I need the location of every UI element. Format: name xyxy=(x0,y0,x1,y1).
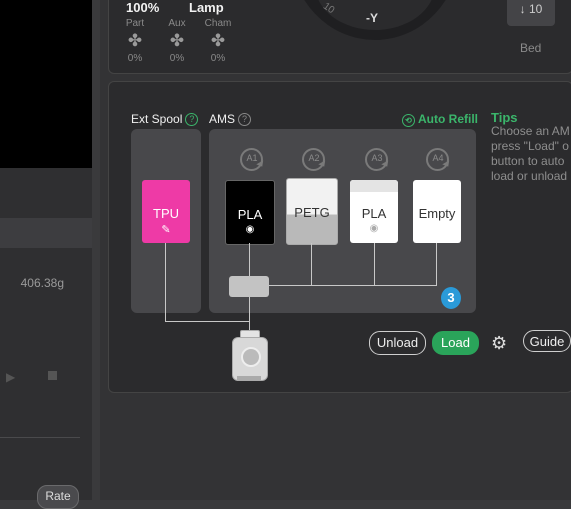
slot-a1-name: PLA xyxy=(237,207,263,222)
extruder-nozzle xyxy=(237,376,261,381)
slot-a3-name: PLA xyxy=(361,206,387,221)
ams-title: AMS? xyxy=(209,112,252,126)
lamp-label[interactable]: Lamp xyxy=(189,0,224,15)
fan-chamber-label: Cham xyxy=(204,18,232,29)
slot-a4-id: A4 xyxy=(432,153,444,163)
slot-a3-top-band xyxy=(350,180,398,192)
bed-label: Bed xyxy=(520,41,542,55)
eye-icon: ◉ xyxy=(369,223,379,234)
auto-refill-link[interactable]: ⟲ Auto Refill xyxy=(402,112,478,127)
rate-button[interactable]: Rate xyxy=(37,485,79,509)
bed-step: 10 xyxy=(528,2,543,16)
path-a2 xyxy=(311,243,312,285)
ext-spool-tray[interactable]: TPU ✎ xyxy=(142,180,190,243)
path-a1 xyxy=(249,243,250,276)
bed-move-button[interactable]: ↓ 10 xyxy=(507,0,555,26)
fan-part-label: Part xyxy=(125,18,145,29)
slot-a4-indicator: A4 xyxy=(424,148,452,171)
ext-spool-title: Ext Spool? xyxy=(131,112,199,126)
ams-count-badge: 3 xyxy=(441,287,461,309)
help-icon[interactable]: ? xyxy=(238,113,252,126)
path-ext-spool-h xyxy=(165,321,249,322)
speed-value[interactable]: 100% xyxy=(126,0,159,15)
path-bus xyxy=(269,285,437,286)
ams-slot-a1[interactable]: PLA ◉ xyxy=(225,180,275,245)
path-a3 xyxy=(374,243,375,285)
edit-icon[interactable]: ✎ xyxy=(142,223,190,236)
camera-view xyxy=(0,0,92,168)
unload-button[interactable]: Unload xyxy=(369,331,426,355)
load-button[interactable]: Load xyxy=(432,331,479,355)
divider xyxy=(0,437,80,438)
slot-a2-id: A2 xyxy=(308,153,320,163)
fan-aux-label: Aux xyxy=(168,18,186,29)
fan-part-icon[interactable]: ✤ xyxy=(115,31,155,51)
refill-icon: ⟲ xyxy=(402,114,415,127)
auto-refill-label: Auto Refill xyxy=(418,112,478,126)
ams-slot-a4[interactable]: Empty xyxy=(413,180,461,243)
ams-slot-a2[interactable]: PETG xyxy=(286,178,338,245)
ams-settings-icon[interactable]: ⚙ xyxy=(491,332,513,354)
filament-weight: 406.38g xyxy=(20,276,64,290)
tips-text: Choose an AM press "Load" o button to au… xyxy=(491,124,570,183)
ams-slot-a3[interactable]: PLA ◉ xyxy=(350,180,398,243)
slot-a1-id: A1 xyxy=(246,153,258,163)
ext-tray-name: TPU xyxy=(153,206,179,221)
fan-chamber-icon[interactable]: ✤ xyxy=(198,31,238,51)
path-ext-spool xyxy=(165,243,166,321)
slot-a2-indicator: A2 xyxy=(300,148,328,171)
slot-a4-name: Empty xyxy=(418,206,456,221)
extruder-gear xyxy=(241,347,261,367)
play-icon[interactable]: ▶ xyxy=(6,370,15,384)
slot-a2-name: PETG xyxy=(294,205,330,220)
stop-icon[interactable] xyxy=(48,371,57,380)
eye-icon: ◉ xyxy=(245,224,255,235)
ext-spool-label: Ext Spool xyxy=(131,112,183,126)
ams-label: AMS xyxy=(209,112,236,126)
slot-a1-indicator: A1 xyxy=(238,148,266,171)
slot-a3-indicator: A3 xyxy=(363,148,391,171)
fan-part-value: 0% xyxy=(127,53,143,64)
ams-hub xyxy=(229,276,269,297)
slot-a3-id: A3 xyxy=(371,153,383,163)
path-a4 xyxy=(436,243,437,285)
path-hub-extruder xyxy=(249,297,250,331)
fan-aux-icon[interactable]: ✤ xyxy=(157,31,197,51)
fan-chamber-value: 0% xyxy=(210,53,226,64)
help-icon[interactable]: ? xyxy=(185,113,199,126)
tips-title: Tips xyxy=(491,110,518,125)
print-info-header xyxy=(0,218,92,248)
guide-button[interactable]: Guide xyxy=(523,330,571,352)
arrow-down-icon: ↓ xyxy=(519,2,529,16)
fan-aux-value: 0% xyxy=(169,53,185,64)
move-y-minus-label[interactable]: -Y xyxy=(366,11,378,25)
